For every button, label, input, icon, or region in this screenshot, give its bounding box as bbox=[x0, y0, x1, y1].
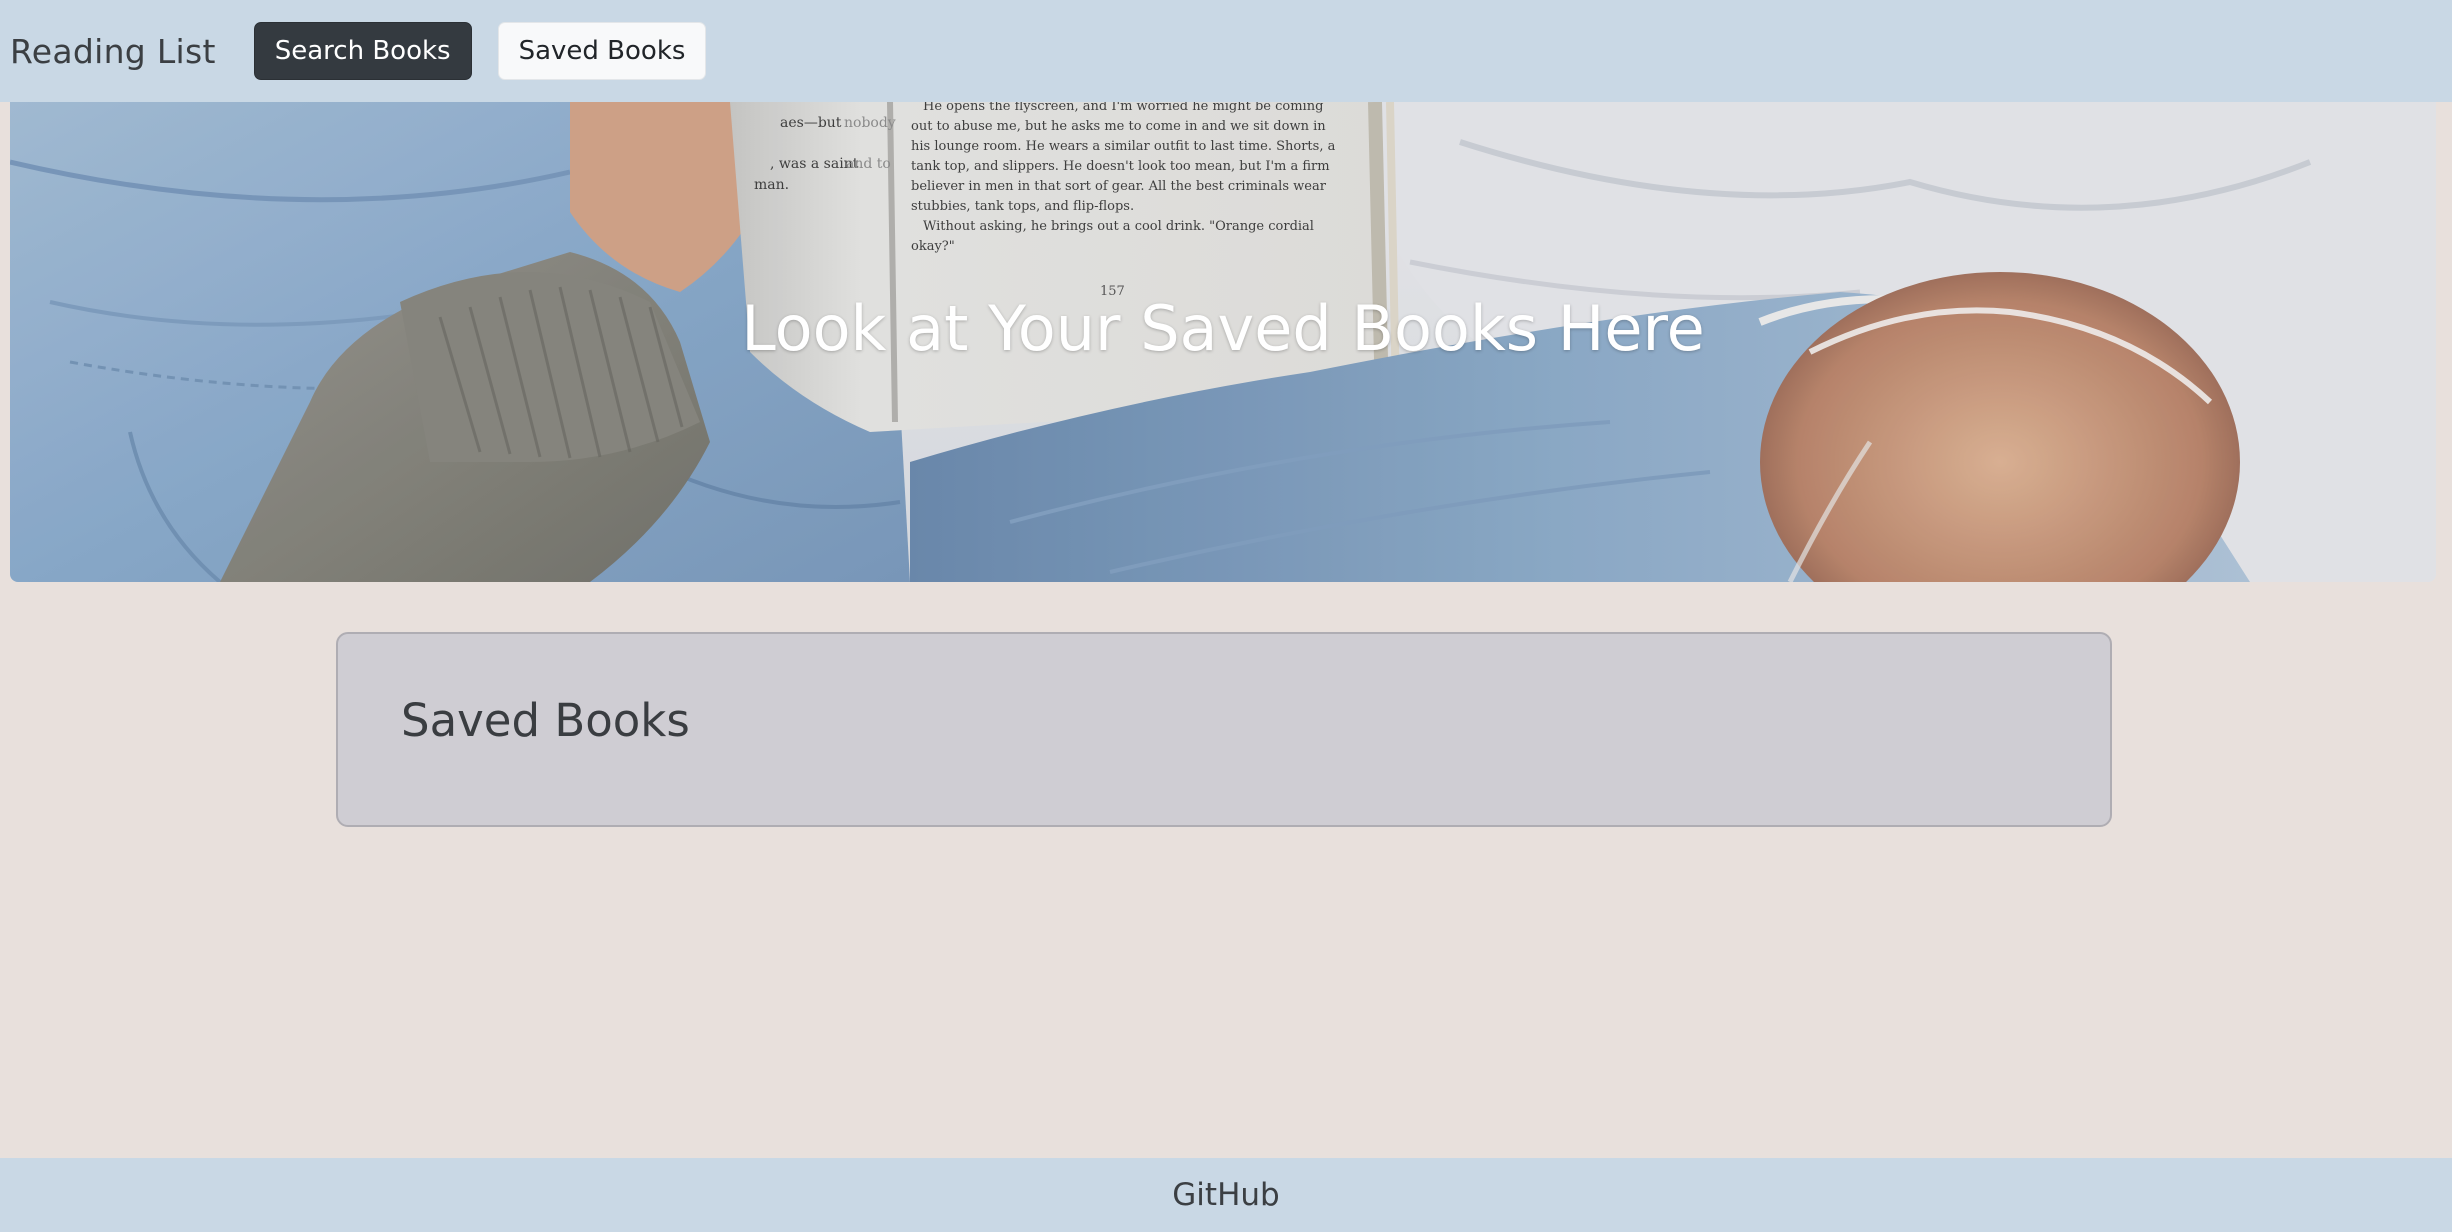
search-books-button[interactable]: Search Books bbox=[253, 22, 472, 80]
footer: GitHub bbox=[0, 1158, 2452, 1232]
github-link[interactable]: GitHub bbox=[1172, 1177, 1279, 1213]
book-text-line: his lounge room. He wears a similar outf… bbox=[911, 139, 1336, 154]
hero-banner: aes—but nobody , was a saint and to man.… bbox=[10, 102, 2436, 582]
book-text-left-1: aes—but bbox=[780, 115, 842, 131]
saved-books-card: Saved Books bbox=[336, 632, 2112, 827]
brand-title[interactable]: Reading List bbox=[10, 32, 216, 71]
book-text-line: believer in men in that sort of gear. Al… bbox=[911, 179, 1327, 194]
book-text-left-2b: and to bbox=[846, 156, 891, 172]
book-text-left-3: man. bbox=[754, 177, 789, 193]
saved-books-heading: Saved Books bbox=[401, 694, 690, 747]
book-text-line: stubbies, tank tops, and flip-flops. bbox=[911, 199, 1134, 214]
book-text-line: tank top, and slippers. He doesn't look … bbox=[911, 159, 1330, 174]
book-text-line: Without asking, he brings out a cool dri… bbox=[923, 219, 1314, 234]
book-text-line: okay?" bbox=[911, 239, 955, 254]
book-text-line: out to abuse me, but he asks me to come … bbox=[911, 119, 1326, 134]
hero-title: Look at Your Saved Books Here bbox=[741, 292, 1705, 365]
navbar: Reading List Search Books Saved Books bbox=[0, 0, 2452, 102]
book-text-line: He opens the flyscreen, and I'm worried … bbox=[923, 102, 1323, 114]
saved-books-button[interactable]: Saved Books bbox=[497, 22, 707, 80]
book-text-left-1b: nobody bbox=[844, 115, 896, 131]
